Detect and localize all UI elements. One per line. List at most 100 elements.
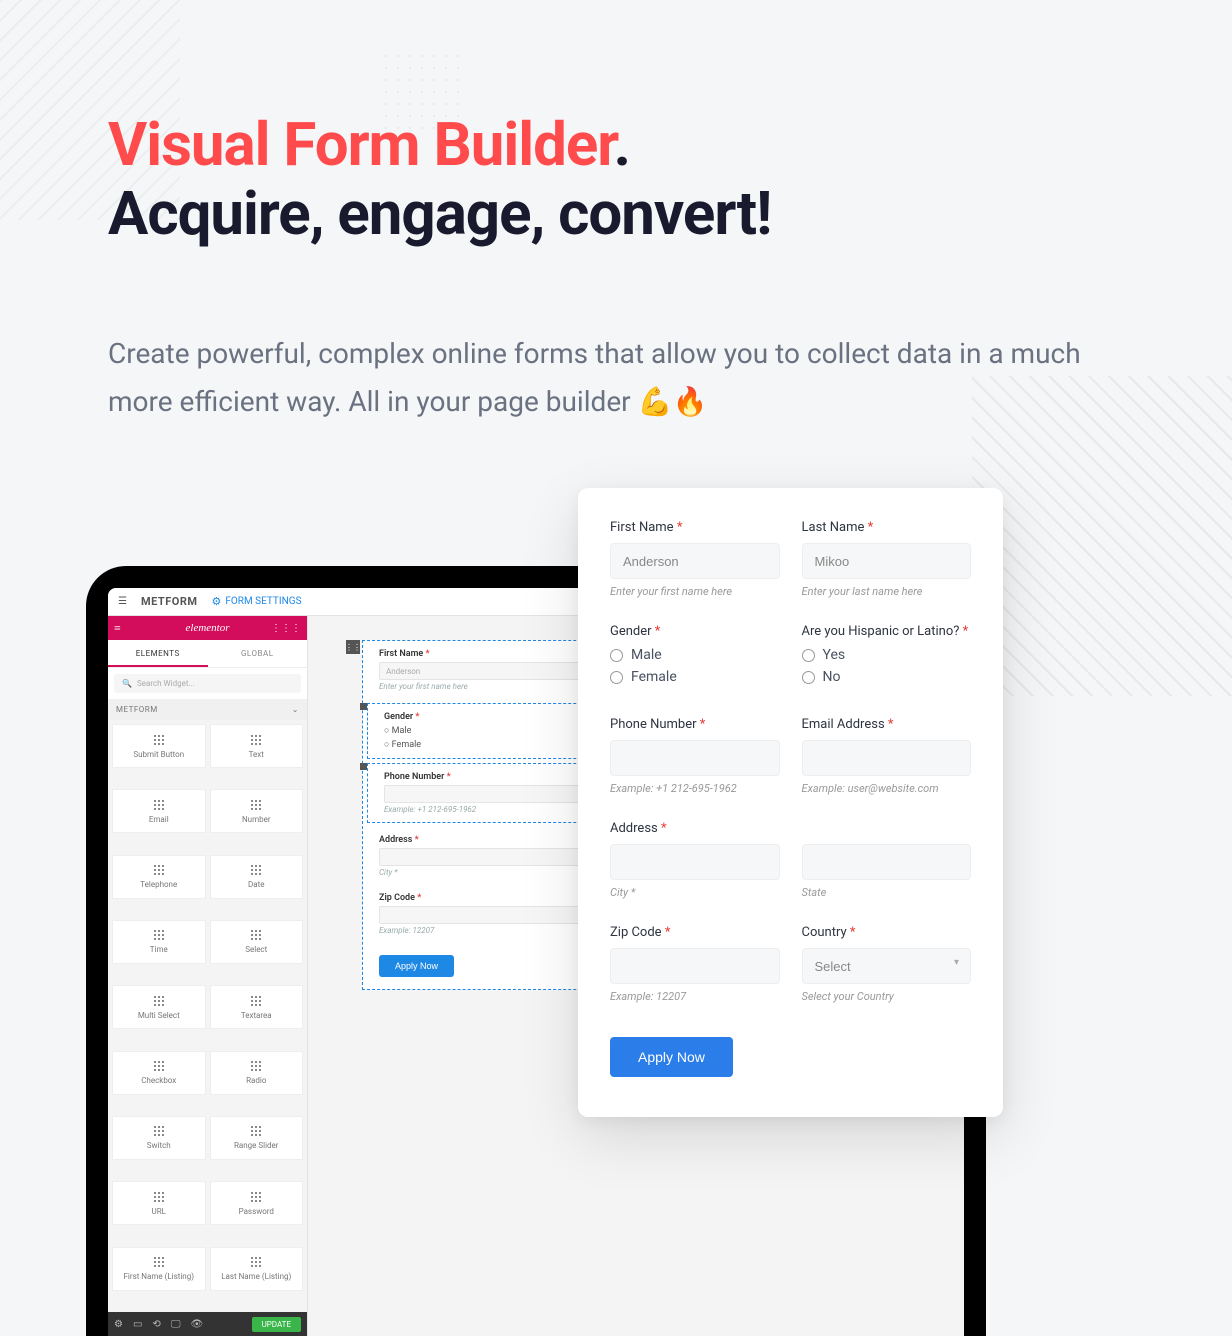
radio-icon: [610, 649, 623, 662]
widget-item[interactable]: Email: [112, 789, 206, 833]
widget-item[interactable]: Telephone: [112, 855, 206, 899]
widget-grip-icon: [153, 1060, 165, 1072]
editor-brand: METFORM: [141, 595, 198, 608]
gender-male-radio[interactable]: Male: [610, 647, 780, 663]
widget-item[interactable]: Select: [210, 920, 304, 964]
widgets-panel: ≡ elementor ⋮⋮⋮ ELEMENTS GLOBAL 🔍 Search…: [108, 616, 308, 1336]
country-select[interactable]: Select: [802, 948, 972, 984]
widget-grip-icon: [153, 799, 165, 811]
widget-grip-icon: [250, 1125, 262, 1137]
update-button[interactable]: UPDATE: [252, 1317, 301, 1332]
widget-item[interactable]: First Name (Listing): [112, 1247, 206, 1291]
responsive-icon[interactable]: 🖵: [171, 1319, 181, 1330]
tab-elements[interactable]: ELEMENTS: [108, 640, 208, 667]
widget-grip-icon: [153, 734, 165, 746]
widget-label: URL: [152, 1207, 166, 1216]
widget-item[interactable]: Checkbox: [112, 1051, 206, 1095]
first-name-input[interactable]: [610, 543, 780, 579]
widget-label: Time: [150, 945, 168, 954]
widget-grip-icon: [250, 1191, 262, 1203]
state-hint: State: [802, 886, 972, 899]
widget-grip-icon: [250, 1256, 262, 1268]
section-handle-icon[interactable]: ⋮⋮: [346, 640, 360, 654]
widget-item[interactable]: Date: [210, 855, 304, 899]
widget-category-header[interactable]: METFORM ⌄: [108, 699, 307, 720]
state-input[interactable]: [802, 844, 972, 880]
panel-bottom-toolbar: ⚙ ▭ ⟲ 🖵 👁 UPDATE: [108, 1312, 307, 1336]
widget-item[interactable]: Last Name (Listing): [210, 1247, 304, 1291]
preview-icon[interactable]: 👁: [190, 1319, 203, 1330]
widget-grip-icon: [250, 734, 262, 746]
widget-item[interactable]: Time: [112, 920, 206, 964]
navigator-icon[interactable]: ▭: [133, 1319, 142, 1330]
form-preview-card: First Name * Enter your first name here …: [578, 488, 1003, 1117]
apply-button[interactable]: Apply Now: [610, 1037, 733, 1077]
gender-female-radio[interactable]: Female: [610, 669, 780, 685]
widget-grip-icon: [153, 864, 165, 876]
widget-grip-icon: [153, 995, 165, 1007]
widget-item[interactable]: Multi Select: [112, 985, 206, 1029]
apps-icon[interactable]: ⋮⋮⋮: [271, 623, 301, 634]
form-settings-link[interactable]: ⚙ FORM SETTINGS: [212, 595, 302, 608]
tab-global[interactable]: GLOBAL: [208, 640, 308, 667]
last-name-input[interactable]: [802, 543, 972, 579]
widget-label: Text: [249, 750, 264, 759]
email-label: Email Address *: [802, 717, 972, 732]
canvas-address-label: Address *: [379, 835, 419, 845]
search-input[interactable]: 🔍 Search Widget...: [114, 674, 301, 693]
menu-icon[interactable]: ☰: [118, 596, 127, 607]
widget-item[interactable]: Text: [210, 724, 304, 768]
gender-label: Gender *: [610, 624, 780, 639]
city-input[interactable]: [610, 844, 780, 880]
panel-header: ≡ elementor ⋮⋮⋮: [108, 616, 307, 640]
widget-item[interactable]: Submit Button: [112, 724, 206, 768]
first-name-hint: Enter your first name here: [610, 585, 780, 598]
canvas-apply-button[interactable]: Apply Now: [379, 955, 454, 977]
widget-label: Number: [242, 815, 271, 824]
settings-icon[interactable]: ⚙: [114, 1319, 123, 1330]
widget-grip-icon: [250, 864, 262, 876]
widget-item[interactable]: URL: [112, 1181, 206, 1225]
widget-label: Textarea: [241, 1011, 272, 1020]
hero-title-secondary: Acquire, engage, convert!: [108, 178, 771, 249]
widget-item[interactable]: Textarea: [210, 985, 304, 1029]
hamburger-icon[interactable]: ≡: [114, 621, 121, 636]
canvas-zip-label: Zip Code *: [379, 893, 421, 903]
widget-label: Switch: [147, 1141, 171, 1150]
widget-item[interactable]: Switch: [112, 1116, 206, 1160]
widget-grip-icon: [153, 929, 165, 941]
hero-title: Visual Form Builder. Acquire, engage, co…: [108, 110, 1112, 248]
hispanic-yes-radio[interactable]: Yes: [802, 647, 972, 663]
widget-item[interactable]: Radio: [210, 1051, 304, 1095]
hispanic-no-radio[interactable]: No: [802, 669, 972, 685]
widget-label: Select: [245, 945, 267, 954]
widget-grip-icon: [250, 1060, 262, 1072]
widget-item[interactable]: Number: [210, 789, 304, 833]
history-icon[interactable]: ⟲: [152, 1319, 160, 1330]
hero-subtitle: Create powerful, complex online forms th…: [108, 330, 1112, 425]
widget-item[interactable]: Range Slider: [210, 1116, 304, 1160]
email-input[interactable]: [802, 740, 972, 776]
city-hint: City *: [610, 886, 780, 899]
zip-input[interactable]: [610, 948, 780, 984]
widget-grip-icon: [153, 1191, 165, 1203]
country-hint: Select your Country: [802, 990, 972, 1003]
widget-grip-icon: [153, 1125, 165, 1137]
hero-title-highlight: Visual Form Builder: [108, 109, 614, 180]
widget-label: First Name (Listing): [124, 1272, 195, 1281]
phone-hint: Example: +1 212-695-1962: [610, 782, 780, 795]
canvas-phone-label: Phone Number *: [384, 772, 451, 782]
widget-item[interactable]: Password: [210, 1181, 304, 1225]
radio-icon: [802, 649, 815, 662]
canvas-first-name-label: First Name *: [379, 649, 430, 659]
canvas-gender-label: Gender *: [384, 712, 419, 722]
first-name-label: First Name *: [610, 520, 780, 535]
widget-label: Submit Button: [133, 750, 184, 759]
zip-hint: Example: 12207: [610, 990, 780, 1003]
country-label: Country *: [802, 925, 972, 940]
widget-label: Checkbox: [141, 1076, 176, 1085]
widget-label: Email: [149, 815, 169, 824]
phone-input[interactable]: [610, 740, 780, 776]
elementor-logo-text: elementor: [186, 622, 230, 634]
email-hint: Example: user@website.com: [802, 782, 972, 795]
